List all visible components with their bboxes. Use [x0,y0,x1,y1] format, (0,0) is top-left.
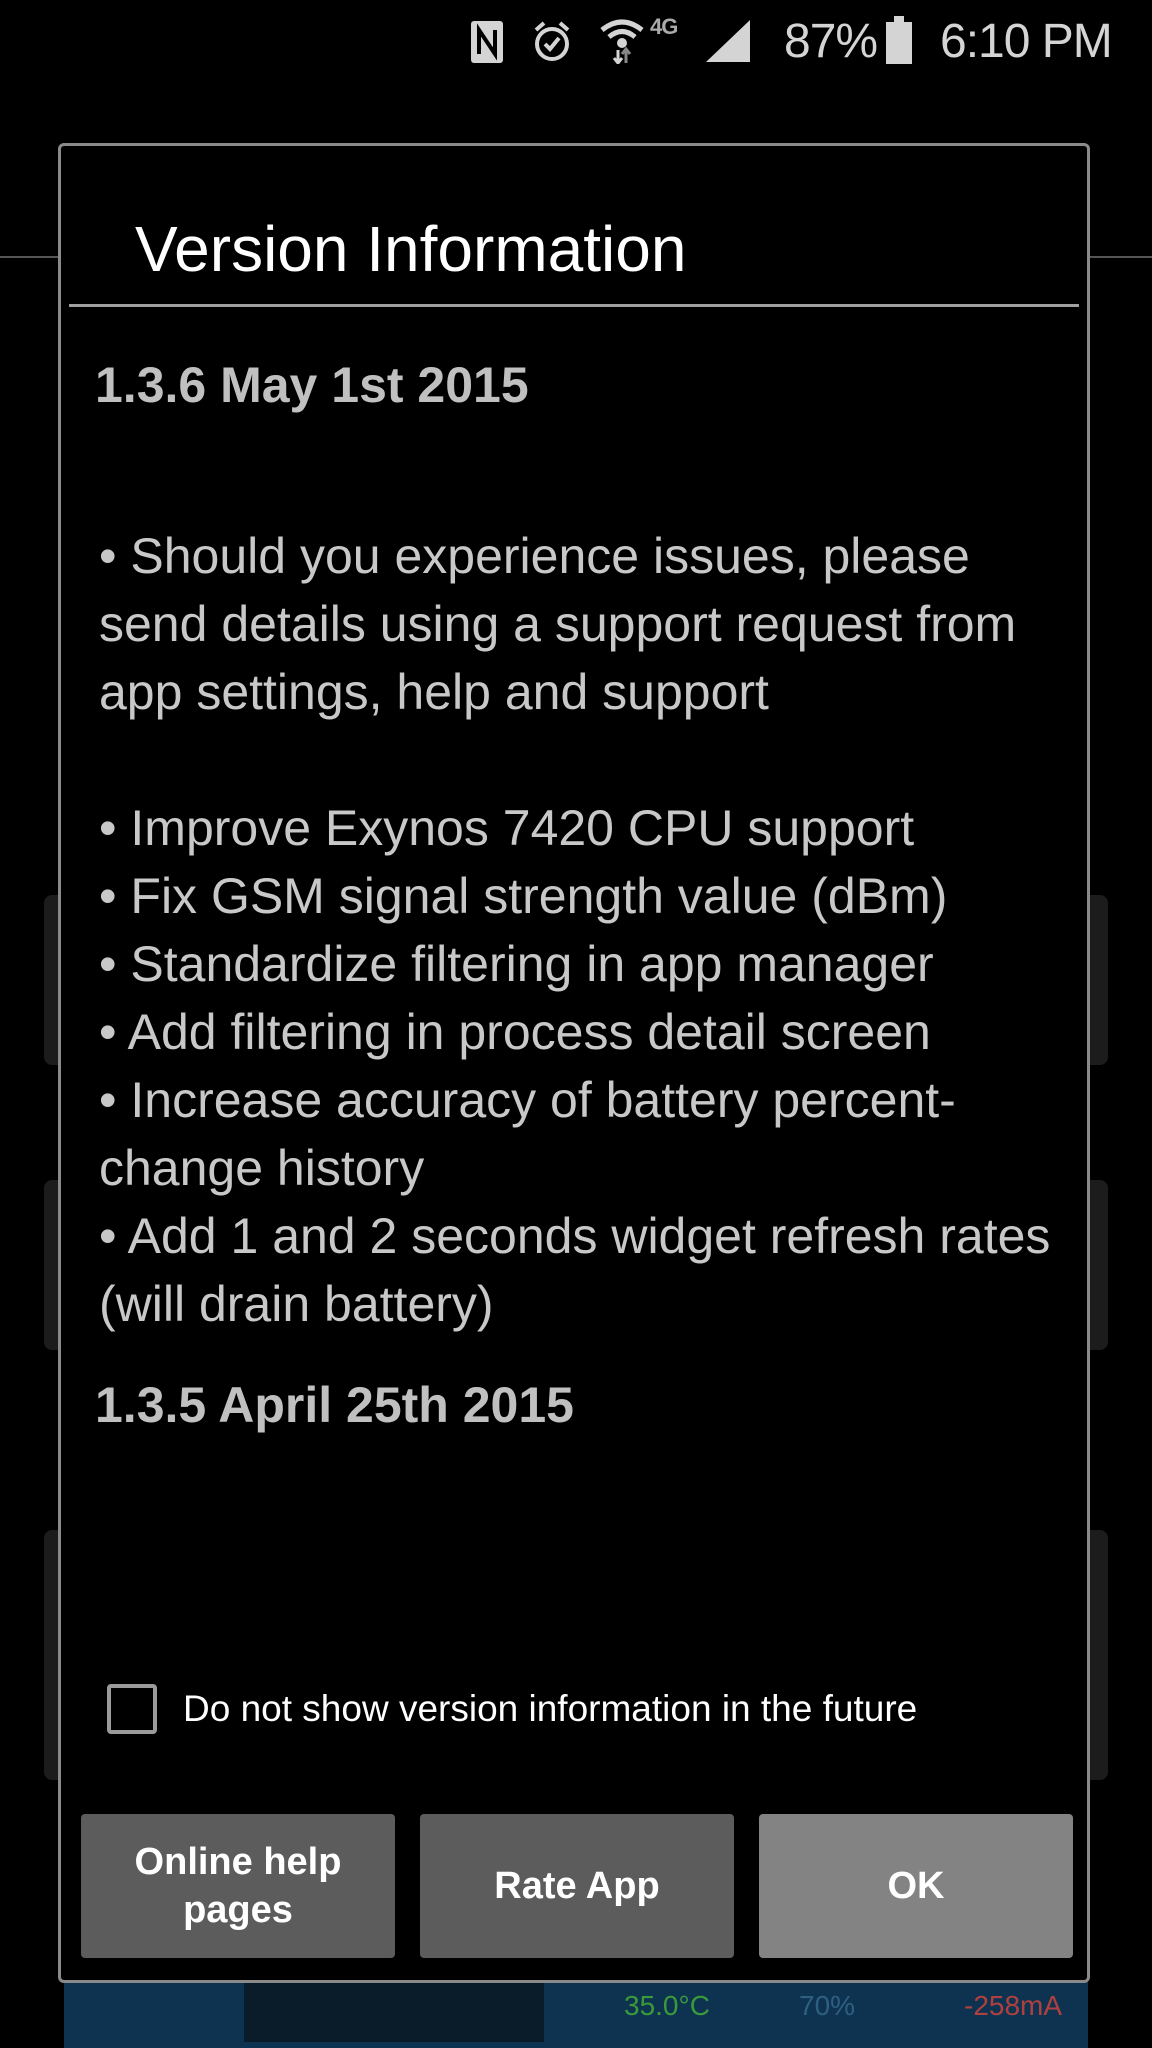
widget-battery-level: 70% [799,1990,856,2021]
clock: 6:10 PM [940,15,1113,68]
title-divider [69,304,1079,307]
changelog-item: • Fix GSM signal strength value (dBm) [99,868,948,924]
changelog-item: • Add 1 and 2 seconds widget refresh rat… [99,1208,1051,1332]
rate-app-button[interactable]: Rate App [420,1814,734,1958]
version-info-dialog: Version Information 1.3.6 May 1st 2015 •… [58,143,1090,1983]
wifi-icon [600,19,644,64]
dont-show-again-row[interactable]: Do not show version information in the f… [107,1684,917,1734]
changelog-item: • Standardize filtering in app manager [99,936,934,992]
alarm-icon [534,21,570,61]
changelog-item: • Improve Exynos 7420 CPU support [99,800,915,856]
widget-temperature: 35.0°C [624,1990,710,2021]
background-divider [0,256,58,258]
online-help-button[interactable]: Online help pages [81,1814,395,1958]
battery-percent: 87% [784,15,878,68]
changelog-item: • Increase accuracy of battery percent-c… [99,1072,956,1196]
changelog-item: • Should you experience issues, please s… [99,528,1017,720]
signal-icon [706,20,750,62]
widget-current: -258mA [964,1990,1063,2021]
dont-show-again-checkbox[interactable] [107,1684,157,1734]
changelog[interactable]: 1.3.6 May 1st 2015 • Should you experien… [95,356,1085,1434]
changelog-item: • Add filtering in process detail screen [99,1004,931,1060]
dont-show-again-label[interactable]: Do not show version information in the f… [183,1688,917,1730]
status-bar: 4G 87% 6:10 PM [0,0,1152,82]
battery-icon [886,16,912,64]
network-type-label: 4G [650,14,678,39]
version-heading: 1.3.6 May 1st 2015 [95,357,529,413]
ok-button[interactable]: OK [759,1814,1073,1958]
background-divider [1090,256,1152,258]
dialog-title: Version Information [135,213,687,285]
widget-toggle-bar [244,1982,544,2042]
nfc-icon [471,21,503,63]
version-heading: 1.3.5 April 25th 2015 [95,1377,574,1433]
